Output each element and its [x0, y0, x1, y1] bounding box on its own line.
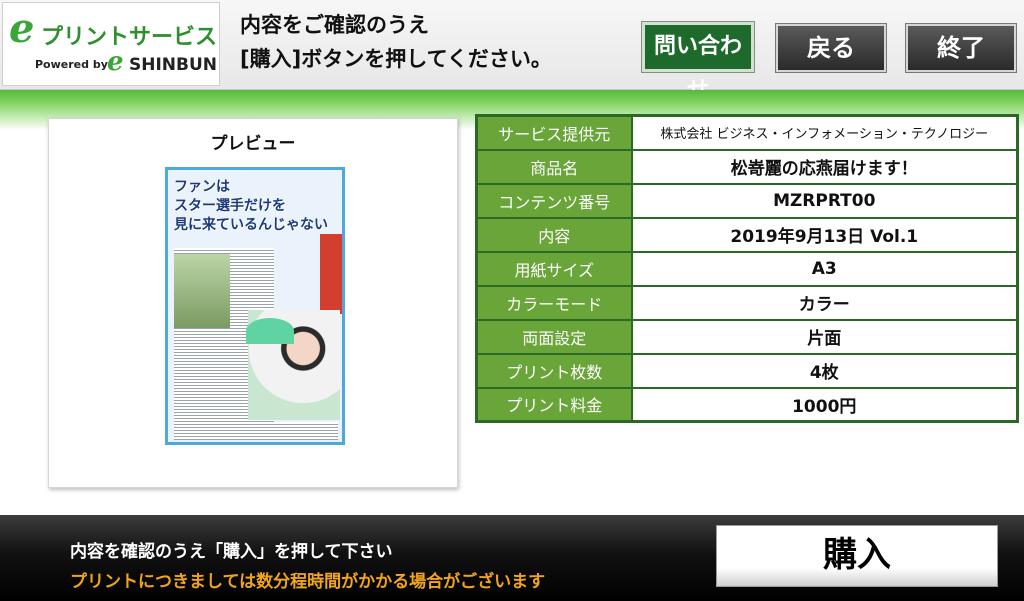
logo-e-mark: e: [9, 5, 35, 52]
logo-powered-by: Powered by: [35, 58, 108, 71]
detail-row-duplex: 両面設定 片面: [475, 318, 1019, 355]
detail-value: カラー: [630, 284, 1019, 321]
umbrella-graphic: [246, 318, 294, 344]
detail-value: 4枚: [630, 352, 1019, 389]
inquiry-button[interactable]: 問い合わせ: [641, 21, 755, 103]
order-details-table: サービス提供元 株式会社 ビジネス・インフォメーション・テクノロジー 商品名 松…: [475, 114, 1019, 423]
eprint-service-logo: e プリントサービス Powered by e SHINBUN: [2, 2, 220, 86]
detail-label: 内容: [475, 216, 633, 253]
newspaper-footer-text: [174, 422, 338, 440]
detail-value: 1000円: [630, 386, 1019, 423]
headline-line-2: スター選手だけを: [174, 198, 286, 214]
logo-e-mark-small: e: [107, 47, 124, 77]
detail-label: 商品名: [475, 148, 633, 185]
purchase-button[interactable]: 購入: [716, 525, 998, 587]
logo-title: プリントサービス: [41, 25, 218, 50]
end-button[interactable]: 終了: [905, 23, 1017, 73]
footer-warning: プリントにつきましては数分程時間がかかる場合がございます: [70, 572, 546, 592]
detail-value: 片面: [630, 318, 1019, 355]
detail-value: A3: [630, 250, 1019, 287]
headline-line-1: ファンは: [174, 179, 230, 195]
back-button[interactable]: 戻る: [775, 23, 887, 73]
detail-row-provider: サービス提供元 株式会社 ビジネス・インフォメーション・テクノロジー: [475, 114, 1019, 151]
footer-instruction: 内容を確認のうえ「購入」を押して下さい: [70, 542, 393, 562]
detail-label: 両面設定: [475, 318, 633, 355]
detail-value: 2019年9月13日 Vol.1: [630, 216, 1019, 253]
preview-panel: プレビュー ファンは スター選手だけを 見に来ているんじゃない: [48, 118, 458, 488]
newspaper-headline: ファンは スター選手だけを 見に来ているんじゃない: [174, 178, 338, 235]
instruction-text: 内容をご確認のうえ [購入]ボタンを押してください。: [240, 8, 552, 76]
detail-value: 松嵜麗の応燕届けます！: [630, 148, 1019, 185]
detail-label: コンテンツ番号: [475, 182, 633, 219]
header-bar: e プリントサービス Powered by e SHINBUN 内容をご確認のう…: [0, 0, 1024, 103]
detail-row-content: 内容 2019年9月13日 Vol.1: [475, 216, 1019, 253]
detail-row-content-number: コンテンツ番号 MZRPRT00: [475, 182, 1019, 219]
detail-row-product: 商品名 松嵜麗の応燕届けます！: [475, 148, 1019, 185]
instruction-line-2: [購入]ボタンを押してください。: [240, 47, 552, 71]
detail-row-color-mode: カラーモード カラー: [475, 284, 1019, 321]
logo-brand: SHINBUN: [129, 55, 218, 75]
detail-label: プリント枚数: [475, 352, 633, 389]
instruction-line-1: 内容をご確認のうえ: [240, 13, 429, 37]
newspaper-preview-image: ファンは スター選手だけを 見に来ているんじゃない: [165, 167, 345, 445]
detail-row-price: プリント料金 1000円: [475, 386, 1019, 423]
detail-label: サービス提供元: [475, 114, 633, 151]
detail-label: カラーモード: [475, 284, 633, 321]
preview-label: プレビュー: [210, 134, 296, 154]
detail-value: 株式会社 ビジネス・インフォメーション・テクノロジー: [630, 114, 1019, 151]
newspaper-side-banner: [320, 234, 342, 314]
headline-line-3: 見に来ているんじゃない: [174, 217, 328, 233]
detail-row-paper-size: 用紙サイズ A3: [475, 250, 1019, 287]
detail-label: 用紙サイズ: [475, 250, 633, 287]
baseball-player-photo: [174, 254, 230, 328]
detail-label: プリント料金: [475, 386, 633, 423]
detail-value: MZRPRT00: [630, 182, 1019, 219]
detail-row-print-count: プリント枚数 4枚: [475, 352, 1019, 389]
